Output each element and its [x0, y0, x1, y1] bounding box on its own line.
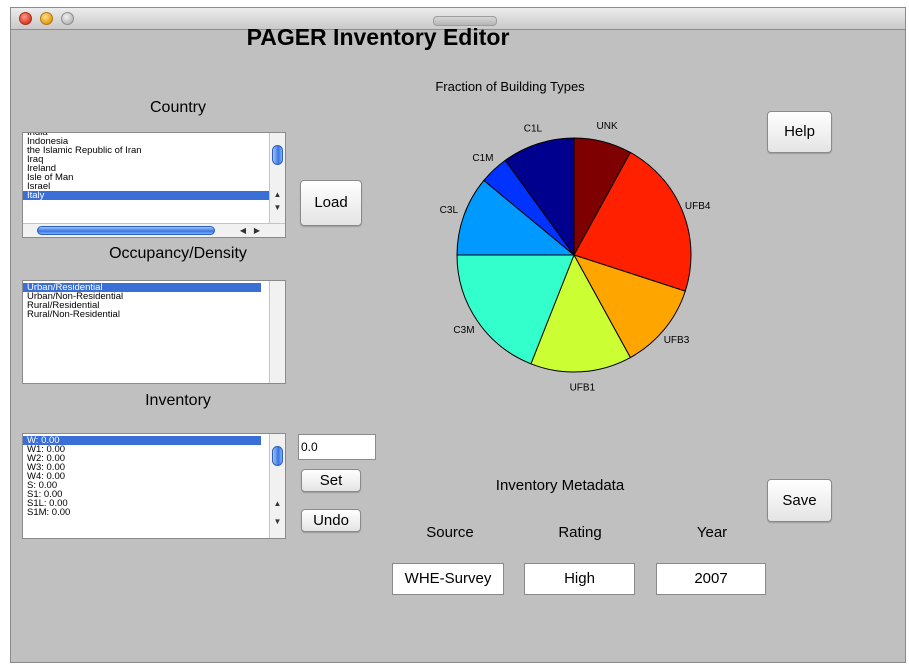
- year-field[interactable]: 2007: [656, 563, 766, 595]
- pie-label-ufb4: UFB4: [685, 201, 711, 212]
- country-list-item[interactable]: Isle of Man: [23, 173, 269, 183]
- building-types-pie-chart: UNK UFB4 UFB3 UFB1 C3M C3L C1M C1L: [440, 121, 711, 394]
- chart-title: Fraction of Building Types: [435, 79, 585, 94]
- metadata-label: Inventory Metadata: [495, 477, 625, 494]
- source-field[interactable]: WHE-Survey: [392, 563, 504, 595]
- country-hscroll-thumb[interactable]: [37, 226, 215, 235]
- rating-field[interactable]: High: [524, 563, 635, 595]
- occupancy-label: Occupancy/Density: [109, 245, 247, 262]
- occupancy-vertical-scrollbar[interactable]: [269, 281, 285, 383]
- inventory-value-text[interactable]: [299, 435, 375, 459]
- country-vertical-scrollbar[interactable]: ▲ ▼: [269, 133, 285, 224]
- pie-label-ufb3: UFB3: [664, 335, 690, 346]
- scroll-down-arrow-icon[interactable]: ▼: [270, 202, 285, 214]
- scroll-left-arrow-icon[interactable]: ◀: [237, 224, 249, 237]
- inventory-value-input[interactable]: [298, 434, 376, 460]
- year-label: Year: [696, 524, 728, 541]
- load-button[interactable]: Load: [300, 180, 362, 226]
- inventory-list-item[interactable]: S1M: 0.00: [23, 508, 261, 518]
- pie-label-c3l: C3L: [440, 205, 459, 216]
- app-title: PAGER Inventory Editor: [246, 24, 510, 50]
- inventory-list: W: 0.00 W1: 0.00 W2: 0.00 W3: 0.00 W4: 0.00 S…: [23, 436, 261, 517]
- country-list-item[interactable]: Iraq: [23, 155, 269, 165]
- inventory-scroll-thumb[interactable]: [272, 446, 283, 466]
- pie-label-ufb1: UFB1: [570, 383, 596, 394]
- occupancy-list-item[interactable]: Rural/Non-Residential: [23, 310, 261, 320]
- source-label: Source: [426, 524, 474, 541]
- zoom-window-button[interactable]: [61, 12, 74, 25]
- inventory-label: Inventory: [145, 392, 211, 409]
- country-list-item[interactable]: the Islamic Republic of Iran: [23, 146, 269, 156]
- inventory-listbox[interactable]: W: 0.00 W1: 0.00 W2: 0.00 W3: 0.00 W4: 0.00 S…: [22, 433, 286, 539]
- country-list: India Indonesia the Islamic Republic of Ir…: [23, 133, 269, 200]
- inventory-list-item[interactable]: W4: 0.00: [23, 472, 261, 482]
- country-scroll-thumb[interactable]: [272, 145, 283, 165]
- country-horizontal-scrollbar[interactable]: ◀ ▶: [23, 223, 285, 237]
- inventory-vertical-scrollbar[interactable]: ▲ ▼: [269, 434, 285, 538]
- occupancy-listbox[interactable]: Urban/Residential Urban/Non-Residential Ru…: [22, 280, 286, 384]
- country-listbox[interactable]: India Indonesia the Islamic Republic of Ir…: [22, 132, 286, 238]
- rating-label: Rating: [558, 524, 602, 541]
- save-button[interactable]: Save: [767, 479, 832, 522]
- pie-label-unk: UNK: [597, 121, 618, 132]
- pie-label-c1l: C1L: [524, 124, 543, 135]
- minimize-window-button[interactable]: [40, 12, 53, 25]
- help-button[interactable]: Help: [767, 111, 832, 153]
- close-window-button[interactable]: [19, 12, 32, 25]
- country-list-item[interactable]: Israel: [23, 182, 269, 192]
- occupancy-list: Urban/Residential Urban/Non-Residential Ru…: [23, 283, 261, 319]
- set-button[interactable]: Set: [301, 469, 361, 492]
- scroll-up-arrow-icon[interactable]: ▲: [270, 189, 285, 201]
- pie-label-c1m: C1M: [472, 153, 493, 164]
- country-label: Country: [149, 99, 207, 116]
- scroll-down-arrow-icon[interactable]: ▼: [270, 516, 285, 528]
- scroll-up-arrow-icon[interactable]: ▲: [270, 498, 285, 510]
- undo-button[interactable]: Undo: [301, 509, 361, 532]
- pie-label-c3m: C3M: [453, 325, 474, 336]
- scroll-right-arrow-icon[interactable]: ▶: [251, 224, 263, 237]
- country-list-item[interactable]: Italy: [23, 191, 269, 200]
